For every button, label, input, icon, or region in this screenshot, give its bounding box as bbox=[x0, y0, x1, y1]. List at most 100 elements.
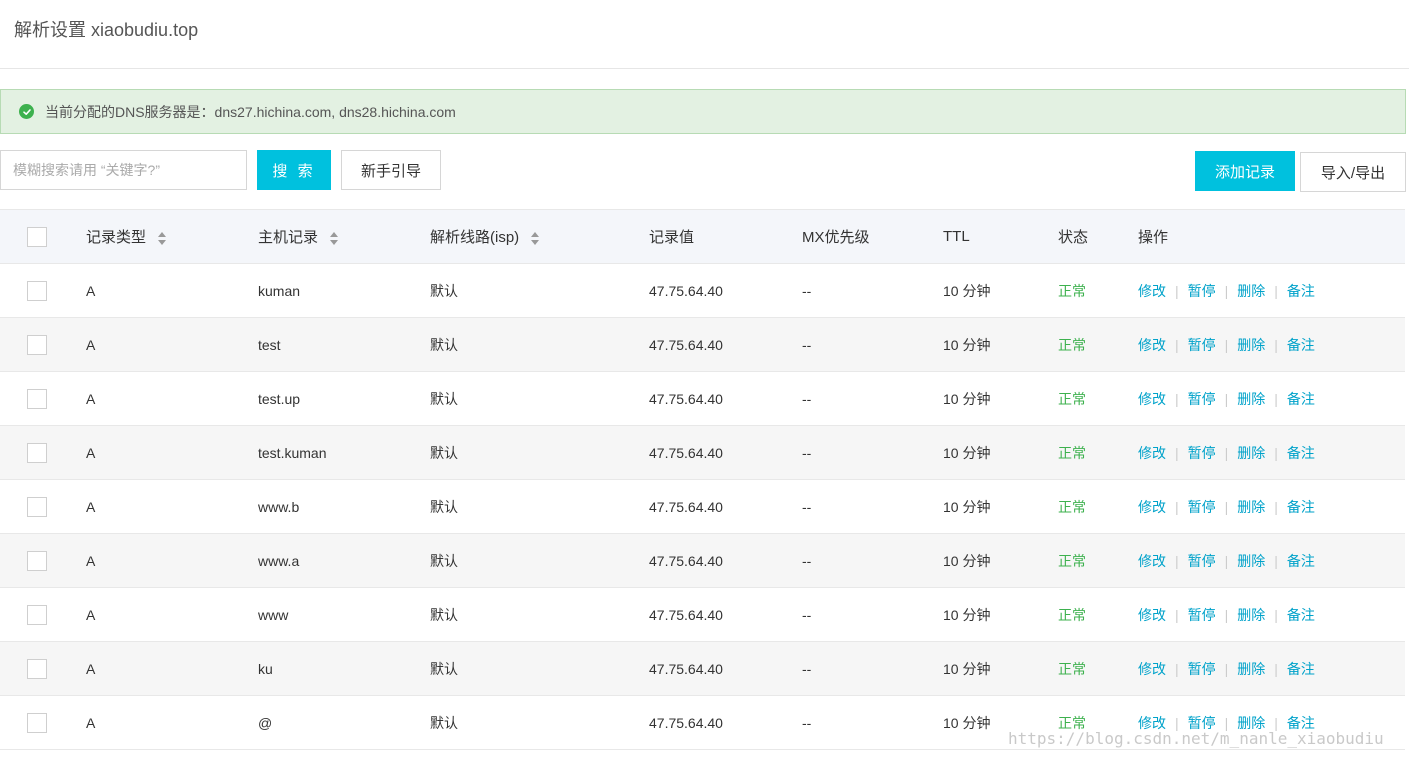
edit-link[interactable]: 修改 bbox=[1138, 661, 1166, 677]
row-checkbox[interactable] bbox=[27, 496, 47, 517]
note-link[interactable]: 备注 bbox=[1287, 337, 1315, 353]
edit-link[interactable]: 修改 bbox=[1138, 445, 1166, 461]
delete-link[interactable]: 删除 bbox=[1237, 391, 1265, 407]
note-link[interactable]: 备注 bbox=[1287, 607, 1315, 623]
mx-priority: -- bbox=[802, 498, 812, 515]
note-link[interactable]: 备注 bbox=[1287, 283, 1315, 299]
pause-link[interactable]: 暂停 bbox=[1188, 661, 1216, 677]
host-record: test.kuman bbox=[258, 444, 327, 461]
table-row: Awww.a 默认 47.75.64.40 -- 10 分钟 正常 修改 | 暂停 | 删除 | 备注 bbox=[0, 533, 1405, 588]
resolve-line: 默认 bbox=[430, 282, 458, 299]
row-actions: 修改 | 暂停 | 删除 | 备注 bbox=[1138, 318, 1405, 372]
record-type: A bbox=[86, 282, 96, 299]
host-record: www bbox=[258, 606, 289, 623]
table-row: Atest 默认 47.75.64.40 -- 10 分钟 正常 修改 | 暂停 | 删除 | 备注 bbox=[0, 317, 1405, 372]
record-value: 47.75.64.40 bbox=[649, 390, 723, 407]
sort-icon[interactable] bbox=[531, 231, 540, 245]
beginner-guide-button[interactable]: 新手引导 bbox=[341, 150, 441, 190]
host-record: @ bbox=[258, 714, 273, 731]
pause-link[interactable]: 暂停 bbox=[1188, 337, 1216, 353]
note-link[interactable]: 备注 bbox=[1287, 445, 1315, 461]
delete-link[interactable]: 删除 bbox=[1237, 283, 1265, 299]
action-separator: | bbox=[1175, 606, 1179, 623]
pause-link[interactable]: 暂停 bbox=[1188, 445, 1216, 461]
table-row: Aku 默认 47.75.64.40 -- 10 分钟 正常 修改 | 暂停 | 删除 | 备注 bbox=[0, 641, 1405, 696]
row-select-cell bbox=[0, 642, 86, 696]
pause-link[interactable]: 暂停 bbox=[1188, 553, 1216, 569]
record-value: 47.75.64.40 bbox=[649, 606, 723, 623]
table-row: Akuman 默认 47.75.64.40 -- 10 分钟 正常 修改 | 暂停 | 删除 | 备注 bbox=[0, 263, 1405, 318]
table-row: Awww.b 默认 47.75.64.40 -- 10 分钟 正常 修改 | 暂停 | 删除 | 备注 bbox=[0, 479, 1405, 534]
action-separator: | bbox=[1175, 390, 1179, 407]
resolve-line: 默认 bbox=[430, 552, 458, 569]
record-value: 47.75.64.40 bbox=[649, 444, 723, 461]
header-line[interactable]: 解析线路(isp) bbox=[430, 210, 649, 264]
edit-link[interactable]: 修改 bbox=[1138, 607, 1166, 623]
ttl: 10 分钟 bbox=[943, 660, 991, 677]
action-separator: | bbox=[1224, 390, 1229, 407]
row-actions: 修改 | 暂停 | 删除 | 备注 bbox=[1138, 642, 1405, 696]
search-input[interactable] bbox=[0, 150, 247, 190]
row-checkbox[interactable] bbox=[27, 604, 47, 625]
row-checkbox[interactable] bbox=[27, 334, 47, 355]
delete-link[interactable]: 删除 bbox=[1237, 553, 1265, 569]
sort-icon[interactable] bbox=[158, 231, 167, 245]
row-select-cell bbox=[0, 318, 86, 372]
pause-link[interactable]: 暂停 bbox=[1188, 391, 1216, 407]
note-link[interactable]: 备注 bbox=[1287, 499, 1315, 515]
row-actions: 修改 | 暂停 | 删除 | 备注 bbox=[1138, 480, 1405, 534]
search-button[interactable]: 搜 索 bbox=[257, 150, 331, 190]
record-value: 47.75.64.40 bbox=[649, 282, 723, 299]
import-export-button[interactable]: 导入/导出 bbox=[1300, 152, 1406, 192]
mx-priority: -- bbox=[802, 444, 812, 461]
action-separator: | bbox=[1274, 660, 1278, 677]
delete-link[interactable]: 删除 bbox=[1237, 499, 1265, 515]
record-type: A bbox=[86, 444, 96, 461]
edit-link[interactable]: 修改 bbox=[1138, 283, 1166, 299]
sort-icon[interactable] bbox=[330, 231, 339, 245]
add-record-button[interactable]: 添加记录 bbox=[1195, 151, 1295, 191]
action-separator: | bbox=[1224, 336, 1229, 353]
action-separator: | bbox=[1274, 282, 1278, 299]
note-link[interactable]: 备注 bbox=[1287, 553, 1315, 569]
action-separator: | bbox=[1175, 444, 1179, 461]
record-type: A bbox=[86, 660, 96, 677]
pause-link[interactable]: 暂停 bbox=[1188, 283, 1216, 299]
row-select-cell bbox=[0, 588, 86, 642]
pause-link[interactable]: 暂停 bbox=[1188, 499, 1216, 515]
status-badge: 正常 bbox=[1058, 606, 1086, 623]
note-link[interactable]: 备注 bbox=[1287, 661, 1315, 677]
header-type-label: 记录类型 bbox=[86, 229, 147, 246]
row-checkbox[interactable] bbox=[27, 658, 47, 679]
edit-link[interactable]: 修改 bbox=[1138, 553, 1166, 569]
row-checkbox[interactable] bbox=[27, 442, 47, 463]
table-header-row: 记录类型 主机记录 解析线路(isp) 记录值 MX优先级 TTL 状态 操作 bbox=[0, 209, 1405, 264]
delete-link[interactable]: 删除 bbox=[1237, 445, 1265, 461]
action-separator: | bbox=[1224, 282, 1229, 299]
action-separator: | bbox=[1224, 660, 1229, 677]
edit-link[interactable]: 修改 bbox=[1138, 499, 1166, 515]
check-circle-icon bbox=[19, 104, 34, 119]
delete-link[interactable]: 删除 bbox=[1237, 607, 1265, 623]
row-checkbox[interactable] bbox=[27, 280, 47, 301]
row-select-cell bbox=[0, 534, 86, 588]
action-separator: | bbox=[1175, 282, 1179, 299]
note-link[interactable]: 备注 bbox=[1287, 391, 1315, 407]
ttl: 10 分钟 bbox=[943, 552, 991, 569]
header-host[interactable]: 主机记录 bbox=[258, 210, 430, 264]
edit-link[interactable]: 修改 bbox=[1138, 337, 1166, 353]
delete-link[interactable]: 删除 bbox=[1237, 661, 1265, 677]
header-status: 状态 bbox=[1058, 229, 1089, 246]
edit-link[interactable]: 修改 bbox=[1138, 391, 1166, 407]
row-checkbox[interactable] bbox=[27, 550, 47, 571]
header-type[interactable]: 记录类型 bbox=[86, 210, 258, 264]
mx-priority: -- bbox=[802, 390, 812, 407]
row-actions: 修改 | 暂停 | 删除 | 备注 bbox=[1138, 588, 1405, 642]
delete-link[interactable]: 删除 bbox=[1237, 337, 1265, 353]
row-checkbox[interactable] bbox=[27, 712, 47, 733]
select-all-checkbox[interactable] bbox=[27, 226, 47, 247]
pause-link[interactable]: 暂停 bbox=[1188, 607, 1216, 623]
row-checkbox[interactable] bbox=[27, 388, 47, 409]
table-row: Atest.up 默认 47.75.64.40 -- 10 分钟 正常 修改 | 暂停 | 删除 | 备… bbox=[0, 371, 1405, 426]
mx-priority: -- bbox=[802, 660, 812, 677]
